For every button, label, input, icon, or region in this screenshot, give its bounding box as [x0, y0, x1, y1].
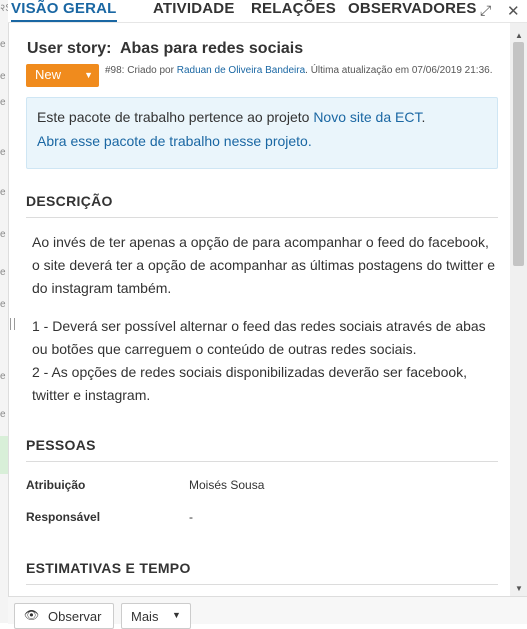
page-title: User story: Abas para redes sociais — [27, 40, 303, 58]
tab-watchers[interactable]: OBSERVADORES — [348, 0, 477, 20]
description-paragraph[interactable]: Ao invés de ter apenas a opção de para a… — [32, 231, 500, 300]
more-button[interactable]: Mais ▼ — [121, 603, 191, 629]
scroll-up-icon[interactable]: ▲ — [515, 31, 523, 40]
watch-label: Observar — [48, 609, 102, 624]
project-notice: Este pacote de trabalho pertence ao proj… — [26, 97, 498, 169]
divider — [26, 461, 498, 462]
people-heading: PESSOAS — [26, 437, 96, 453]
estimates-heading: ESTIMATIVAS E TEMPO — [26, 560, 191, 576]
edge-mark: e — [0, 187, 6, 198]
edge-mark: e — [0, 267, 6, 278]
tab-relations[interactable]: RELAÇÕES — [251, 0, 336, 20]
project-link[interactable]: Novo site da ECT — [313, 109, 421, 125]
scrollbar-thumb[interactable] — [513, 42, 524, 266]
responsible-value[interactable]: - — [189, 510, 193, 524]
divider — [26, 217, 498, 218]
eye-icon: 👁 — [24, 608, 40, 622]
edge-mark: e — [0, 409, 6, 420]
edge-mark: e — [0, 147, 6, 158]
status-label: New — [35, 67, 62, 82]
work-package-type: User story: — [27, 40, 112, 57]
more-label: Mais — [131, 609, 159, 624]
edge-mark: e — [0, 71, 6, 82]
scrollbar[interactable]: ▲ ▼ — [510, 23, 527, 596]
edge-mark: e — [0, 299, 6, 310]
work-package-details: User story: Abas para redes sociais New … — [8, 23, 510, 596]
status-button[interactable]: New ▼ — [26, 64, 99, 87]
edge-mark: e — [0, 39, 6, 50]
work-package-subject[interactable]: Abas para redes sociais — [120, 40, 303, 57]
scroll-down-icon[interactable]: ▼ — [515, 584, 523, 593]
close-icon[interactable]: ✕ — [507, 2, 520, 20]
tab-activity[interactable]: ATIVIDADE — [153, 0, 235, 20]
watch-button[interactable]: 👁 Observar — [14, 603, 114, 629]
description-list-item[interactable]: 1 - Deverá ser possível alternar o feed … — [32, 315, 500, 361]
assignee-value[interactable]: Moisés Sousa — [189, 478, 264, 492]
work-package-meta: #98: Criado por Raduan de Oliveira Bande… — [105, 65, 493, 76]
divider — [26, 584, 498, 585]
assignee-label: Atribuição — [26, 478, 86, 492]
edge-mark: e — [0, 97, 6, 108]
tab-overview[interactable]: VISÃO GERAL — [11, 0, 117, 22]
expand-icon[interactable]: ⤢ — [480, 2, 491, 19]
description-list-item[interactable]: 2 - As opções de redes sociais disponibi… — [32, 361, 500, 407]
edge-mark: e — [0, 229, 6, 240]
author-link[interactable]: Raduan de Oliveira Bandeira — [177, 65, 305, 76]
footer-toolbar: 👁 Observar Mais ▼ — [8, 596, 527, 629]
edge-mark: e — [0, 371, 6, 382]
caret-down-icon: ▼ — [84, 70, 93, 80]
open-in-project-link[interactable]: Abra esse pacote de trabalho nesse proje… — [37, 133, 312, 149]
description-heading: DESCRIÇÃO — [26, 193, 113, 209]
tab-bar: VISÃO GERAL ATIVIDADE RELAÇÕES OBSERVADO… — [8, 0, 527, 23]
responsible-label: Responsável — [26, 510, 101, 524]
highlighted-row-edge — [0, 436, 8, 474]
caret-down-icon: ▼ — [172, 610, 181, 620]
